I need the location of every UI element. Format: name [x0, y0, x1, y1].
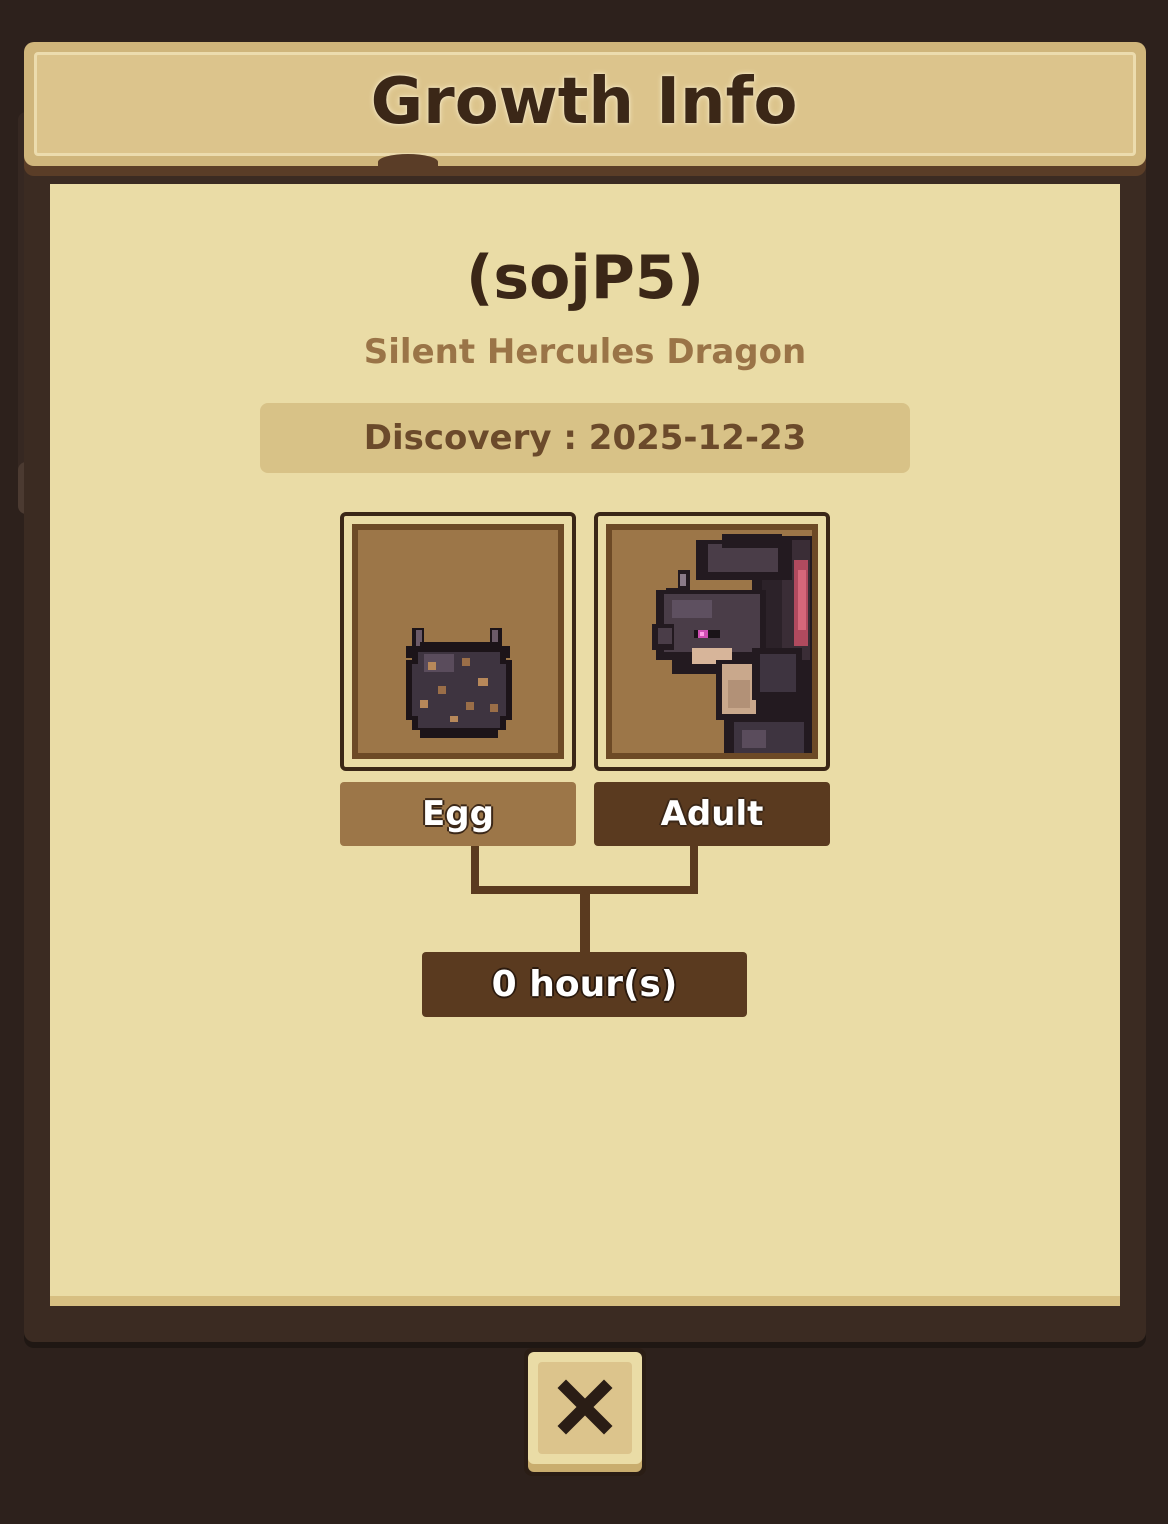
- growth-info-screen: Growth Info (sojP5) Silent Hercules Drag…: [0, 0, 1168, 1524]
- page-title: Growth Info: [370, 65, 798, 139]
- dragon-egg-icon: [406, 628, 512, 738]
- stage-card-adult-frame: [606, 524, 818, 759]
- close-button[interactable]: [524, 1348, 646, 1476]
- stage-card-egg-frame: [352, 524, 564, 759]
- stage-card-egg[interactable]: [340, 512, 576, 771]
- stage-card-adult[interactable]: [594, 512, 830, 771]
- dragon-id: (sojP5): [465, 243, 705, 313]
- dragon-species: Silent Hercules Dragon: [363, 332, 807, 372]
- close-button-face: [528, 1352, 642, 1464]
- header-notch: [378, 154, 438, 170]
- stage-label-adult[interactable]: Adult: [594, 782, 830, 846]
- stage-label-egg[interactable]: Egg: [340, 782, 576, 846]
- discovery-date: Discovery : 2025-12-23: [260, 403, 910, 473]
- connector-center-down: [580, 886, 590, 954]
- adult-dragon-portrait: [652, 534, 812, 753]
- growth-time: 0 hour(s): [422, 952, 747, 1017]
- close-x-icon: [557, 1379, 613, 1435]
